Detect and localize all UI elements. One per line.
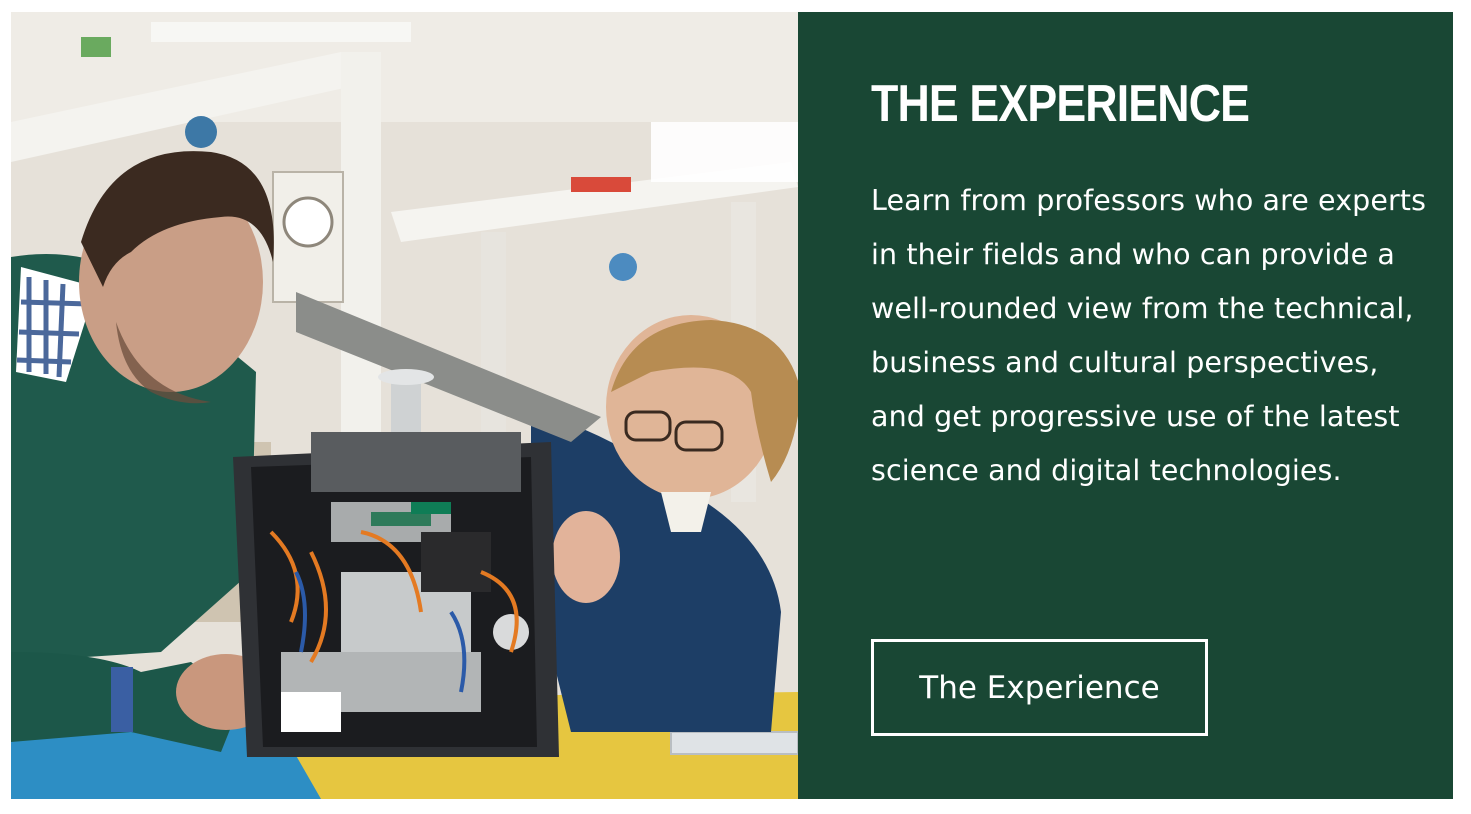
lab-photo (11, 12, 798, 799)
section-description: Learn from professors who are experts in… (871, 184, 1427, 487)
the-experience-button[interactable]: The Experience (871, 639, 1208, 736)
section-heading: THE EXPERIENCE (871, 75, 1250, 133)
experience-card: THE EXPERIENCE Learn from professors who… (11, 12, 1453, 799)
experience-panel: THE EXPERIENCE Learn from professors who… (798, 12, 1453, 799)
lab-photo-illustration (11, 12, 798, 799)
